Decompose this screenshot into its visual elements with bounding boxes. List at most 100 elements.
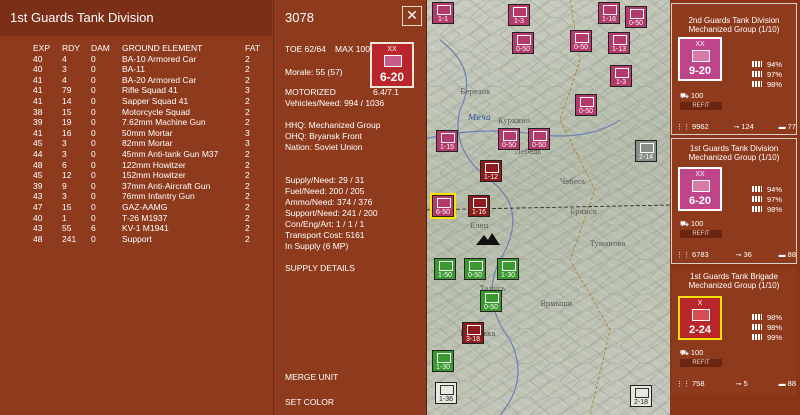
unit-counter[interactable]: 1-50 (434, 258, 456, 280)
unit-counter-selected[interactable]: 6-50 (430, 193, 456, 219)
fat-cell: 2 (245, 223, 250, 234)
town-label: Березов (460, 88, 490, 96)
unit-card[interactable]: 2nd Guards Tank Division Mechanized Grou… (671, 3, 797, 135)
fat-cell: 2 (245, 74, 250, 85)
refit-button[interactable]: REFIT (680, 230, 722, 238)
unit-counter[interactable]: 1-3 (610, 65, 632, 87)
unit-strength: 6-20 (688, 195, 712, 207)
unit-counter[interactable]: 0-50 (575, 94, 597, 116)
unit-counter[interactable]: 3-18 (462, 322, 484, 344)
bars-icon (752, 186, 762, 192)
unit-counter[interactable]: 1-30 (497, 258, 519, 280)
table-row[interactable]: 43 55 6 KV-1 M1941 2 (33, 223, 275, 234)
town-label: Чебесь (560, 178, 586, 186)
dam-cell: 0 (91, 95, 96, 106)
exp-cell: 39 (33, 180, 43, 191)
unit-counter[interactable]: 1-36 (435, 382, 457, 404)
unit-counter[interactable]: 0-50 (570, 30, 592, 52)
merge-unit-button[interactable]: MERGE UNIT (285, 372, 338, 382)
pct-value: 98% (767, 313, 783, 322)
unit-counter[interactable]: 0-50 (498, 128, 520, 150)
tank-count: 88 (787, 379, 796, 388)
unit-counter[interactable]: X 2-24 (678, 296, 722, 340)
table-row[interactable]: 41 14 0 Sapper Squad 41 2 (33, 96, 275, 107)
unit-counter[interactable]: 1-16 (598, 2, 620, 24)
table-row[interactable]: 43 3 0 76mm Infantry Gun 2 (33, 191, 275, 202)
dam-cell: 0 (91, 191, 96, 202)
unit-counter[interactable]: 1-12 (480, 160, 502, 182)
table-row[interactable]: 40 3 0 BA-11 2 (33, 64, 275, 75)
unit-counter[interactable]: 0-50 (625, 6, 647, 28)
gun-icon: ⊸ (733, 124, 740, 131)
table-row[interactable]: 41 4 0 BA-20 Armored Car 2 (33, 75, 275, 86)
table-row[interactable]: 48 241 0 Support 2 (33, 234, 275, 245)
pct-value: 98% (767, 205, 783, 214)
refit-button[interactable]: REFIT (680, 359, 722, 367)
exp-cell: 45 (33, 138, 43, 149)
card-stats: ⋮⋮ 758 ⊸ 5 ▬ 88 (676, 379, 796, 388)
table-row[interactable]: 48 6 0 122mm Howitzer 2 (33, 160, 275, 171)
unit-counter[interactable]: 0-50 (528, 128, 550, 150)
unit-card[interactable]: 1st Guards Tank Division Mechanized Grou… (671, 138, 797, 264)
fat-cell: 2 (245, 148, 250, 159)
pct-value: 98% (767, 80, 783, 89)
supply-details-button[interactable]: SUPPLY DETAILS (285, 263, 355, 273)
exp-cell: 38 (33, 106, 43, 117)
town-label: Ярмыши (540, 300, 573, 308)
table-row[interactable]: 39 9 0 37mm Anti-Aircraft Gun 2 (33, 181, 275, 192)
unit-counter[interactable]: 0-50 (464, 258, 486, 280)
table-row[interactable]: 45 12 0 152mm Howitzer 2 (33, 170, 275, 181)
unit-counter[interactable]: XX 6-20 (678, 167, 722, 211)
bars-icon (752, 61, 762, 67)
table-row[interactable]: 40 1 0 T-26 M1937 2 (33, 213, 275, 224)
unit-counter[interactable]: 1-1 (432, 2, 454, 24)
table-row[interactable]: 45 3 0 82mm Mortar 3 (33, 138, 275, 149)
unit-counter[interactable]: 0-50 (512, 32, 534, 54)
move-points: ⛟ 100 (680, 91, 703, 101)
unit-counter[interactable]: 1-30 (432, 350, 454, 372)
fat-cell: 2 (245, 53, 250, 64)
vehicles-need: Vehicles/Need: 994 / 1036 (285, 98, 385, 108)
men-count: 9962 (692, 122, 709, 131)
game-map[interactable]: Меча Березов Куркино Лебедь Елец Брянск … (420, 0, 670, 415)
fat-cell: 2 (245, 117, 250, 128)
rdy-cell: 14 (62, 95, 72, 106)
bars-icon (752, 71, 762, 77)
table-row[interactable]: 47 15 0 GAZ-AAMG 2 (33, 202, 275, 213)
supply-need: Supply/Need: 29 / 31 (285, 175, 365, 185)
refit-button[interactable]: REFIT (680, 102, 722, 110)
col-rdy: RDY (62, 43, 80, 53)
element-cell: 122mm Howitzer (122, 159, 186, 170)
unit-counter[interactable]: 1-15 (436, 130, 458, 152)
table-row[interactable]: 44 3 0 45mm Anti-tank Gun M37 2 (33, 149, 275, 160)
unit-counter[interactable]: 1-16 (468, 195, 490, 217)
table-header: EXP RDY DAM GROUND ELEMENT FAT (33, 43, 275, 54)
mountain-icon (476, 233, 500, 245)
tank-count: 77 (787, 122, 796, 131)
max-value: MAX 100 (335, 44, 370, 54)
element-cell: BA-20 Armored Car (122, 74, 197, 85)
set-color-button[interactable]: SET COLOR (285, 397, 334, 407)
table-row[interactable]: 39 19 0 7.62mm Machine Gun 2 (33, 117, 275, 128)
table-row[interactable]: 41 16 0 50mm Mortar 3 (33, 128, 275, 139)
fat-cell: 2 (245, 180, 250, 191)
ammo-need: Ammo/Need: 374 / 376 (285, 197, 373, 207)
unit-card[interactable]: 1st Guards Tank Brigade Mechanized Group… (671, 268, 797, 396)
table-row[interactable]: 41 79 0 Rifle Squad 41 3 (33, 85, 275, 96)
table-row[interactable]: 40 4 0 BA-10 Armored Car 2 (33, 54, 275, 65)
unit-counter[interactable]: 0-50 (480, 290, 502, 312)
unit-counter[interactable]: 1-3 (508, 4, 530, 26)
card-stats: ⋮⋮ 6783 ⊸ 36 ▬ 88 (676, 250, 796, 259)
unit-counter[interactable]: 2-18 (630, 385, 652, 407)
motorized-value: 6.4/7.1 (373, 87, 399, 97)
fuel-need: Fuel/Need: 200 / 205 (285, 186, 365, 196)
unit-size: XX (695, 171, 705, 178)
unit-counter[interactable]: XX 9-20 (678, 37, 722, 81)
unit-counter[interactable]: 1-13 (608, 32, 630, 54)
unit-counter[interactable]: 2-14 (635, 140, 657, 162)
men-icon: ⋮⋮ (676, 381, 690, 388)
col-dam: DAM (91, 43, 110, 53)
table-row[interactable]: 38 15 0 Motorcycle Squad 2 (33, 107, 275, 118)
close-button[interactable]: ✕ (402, 6, 422, 26)
rdy-cell: 19 (62, 117, 72, 128)
